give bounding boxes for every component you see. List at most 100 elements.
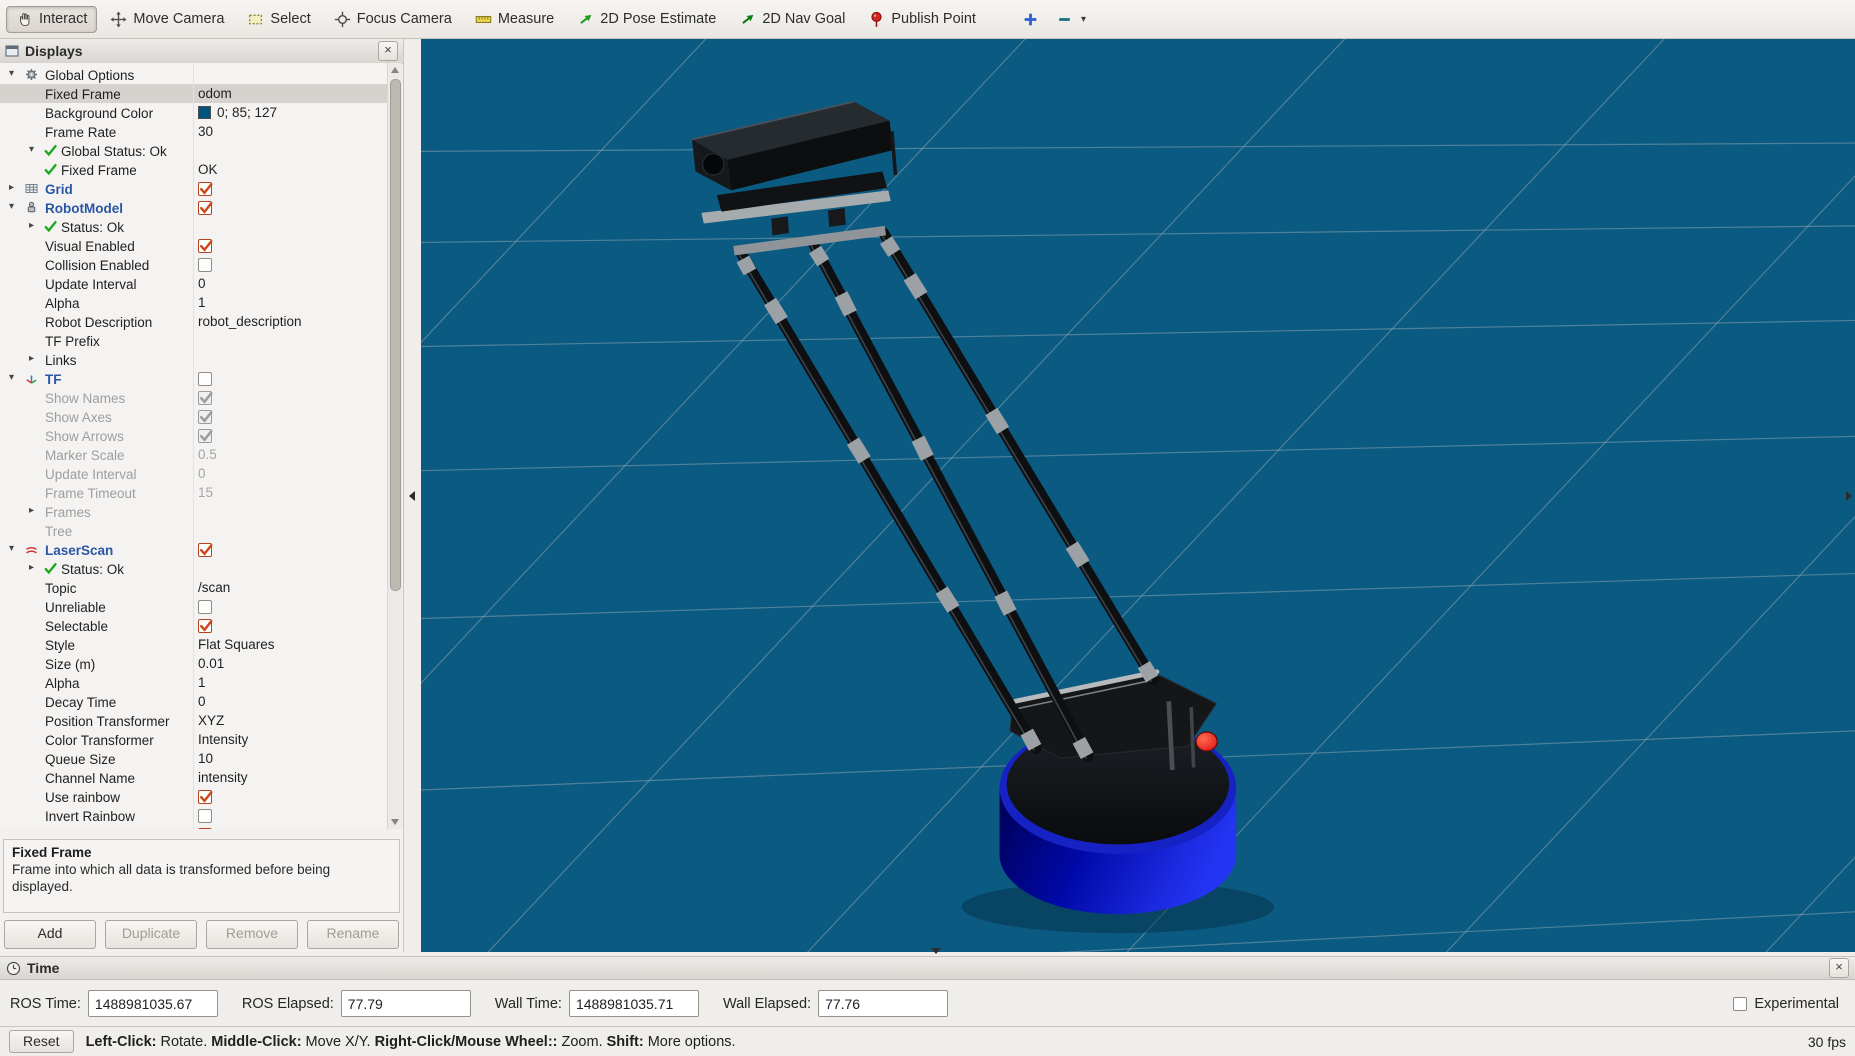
property-value[interactable]: 30 — [198, 124, 213, 139]
tree-row-alpha[interactable]: Alpha 1 — [0, 293, 388, 312]
time-close-icon[interactable]: × — [1829, 958, 1849, 978]
select-tool-button[interactable]: Select — [237, 6, 320, 33]
experimental-toggle[interactable]: Experimental — [1733, 996, 1839, 1012]
tree-row-tree[interactable]: Tree — [0, 521, 388, 540]
bottom-collapse-handle-icon[interactable] — [931, 948, 941, 954]
tree-row-style[interactable]: Style Flat Squares — [0, 635, 388, 654]
checkbox[interactable] — [198, 428, 213, 443]
tree-row-tf-prefix[interactable]: TF Prefix — [0, 331, 388, 350]
tree-scrollbar-thumb[interactable] — [390, 79, 401, 591]
checkbox[interactable] — [198, 618, 213, 633]
tree-row-update-interval[interactable]: Update Interval 0 — [0, 464, 388, 483]
add-button[interactable]: Add — [4, 920, 96, 949]
tree-row-update-interval[interactable]: Update Interval 0 — [0, 274, 388, 293]
time-field-input-ros-time[interactable] — [87, 990, 218, 1017]
remove-tool-button[interactable]: ▾ — [1049, 6, 1093, 33]
pose-estimate-tool-button[interactable]: 2D Pose Estimate — [567, 6, 726, 33]
displays-close-icon[interactable]: × — [378, 41, 398, 61]
tree-row-size-m[interactable]: Size (m) 0.01 — [0, 654, 388, 673]
expand-arrow-icon[interactable]: ▾ — [9, 68, 21, 79]
tree-row-show-arrows[interactable]: Show Arrows — [0, 426, 388, 445]
remove-button[interactable]: Remove — [206, 920, 298, 949]
tree-row-frame-timeout[interactable]: Frame Timeout 15 — [0, 483, 388, 502]
duplicate-button[interactable]: Duplicate — [105, 920, 197, 949]
focus-camera-tool-button[interactable]: Focus Camera — [324, 6, 462, 33]
checkbox[interactable] — [198, 409, 213, 424]
tree-row-status-ok[interactable]: ▸ Status: Ok — [0, 559, 388, 578]
tree-row-global-options[interactable]: ▾ Global Options — [0, 65, 388, 84]
scroll-down-icon[interactable] — [391, 819, 399, 825]
checkbox[interactable] — [198, 181, 213, 196]
tree-row-show-axes[interactable]: Show Axes — [0, 407, 388, 426]
expand-arrow-icon[interactable]: ▸ — [29, 562, 41, 573]
property-value[interactable]: odom — [198, 86, 232, 101]
checkbox[interactable] — [198, 789, 213, 804]
expand-arrow-icon[interactable]: ▾ — [9, 372, 21, 383]
property-value[interactable]: 0 — [198, 694, 206, 709]
property-value[interactable]: 0.01 — [198, 656, 224, 671]
property-value[interactable]: robot_description — [198, 314, 302, 329]
scroll-up-icon[interactable] — [391, 67, 399, 73]
checkbox[interactable] — [198, 200, 213, 215]
time-field-input-wall-elapsed[interactable] — [818, 990, 949, 1017]
tree-row-grid[interactable]: ▸ Grid — [0, 179, 388, 198]
tree-row-frames[interactable]: ▸ Frames — [0, 502, 388, 521]
rename-button[interactable]: Rename — [307, 920, 399, 949]
reset-button[interactable]: Reset — [9, 1030, 74, 1053]
right-collapse-handle-icon[interactable] — [1846, 491, 1852, 501]
checkbox[interactable] — [198, 599, 212, 614]
tree-row-global-status-ok[interactable]: ▾ Global Status: Ok — [0, 141, 388, 160]
property-value[interactable]: 0 — [198, 276, 206, 291]
color-swatch[interactable] — [198, 106, 211, 119]
nav-goal-tool-button[interactable]: 2D Nav Goal — [729, 6, 855, 33]
expand-arrow-icon[interactable]: ▸ — [29, 505, 41, 516]
property-value[interactable]: Intensity — [198, 732, 248, 747]
tree-row-tf[interactable]: ▾ TF — [0, 369, 388, 388]
property-value[interactable]: Flat Squares — [198, 637, 275, 652]
tree-row-marker-scale[interactable]: Marker Scale 0.5 — [0, 445, 388, 464]
property-value[interactable]: intensity — [198, 770, 248, 785]
expand-arrow-icon[interactable]: ▸ — [9, 182, 21, 193]
property-value[interactable]: 15 — [198, 485, 213, 500]
property-value[interactable]: 1 — [198, 675, 206, 690]
tree-row-visual-enabled[interactable]: Visual Enabled — [0, 236, 388, 255]
time-field-input-wall-time[interactable] — [568, 990, 699, 1017]
tree-row-unreliable[interactable]: Unreliable — [0, 597, 388, 616]
expand-arrow-icon[interactable]: ▾ — [9, 543, 21, 554]
property-value[interactable]: 0; 85; 127 — [217, 105, 277, 120]
tree-row-show-names[interactable]: Show Names — [0, 388, 388, 407]
tree-row-links[interactable]: ▸ Links — [0, 350, 388, 369]
tree-row-robot-description[interactable]: Robot Description robot_description — [0, 312, 388, 331]
add-tool-button[interactable] — [1015, 6, 1046, 33]
tree-row-alpha[interactable]: Alpha 1 — [0, 673, 388, 692]
tree-row-fixed-frame[interactable]: Fixed Frame odom — [0, 84, 388, 103]
property-value[interactable]: XYZ — [198, 713, 224, 728]
tree-row-invert-rainbow[interactable]: Invert Rainbow — [0, 806, 388, 825]
checkbox[interactable] — [198, 257, 212, 272]
tree-row-robotmodel[interactable]: ▾ RobotModel — [0, 198, 388, 217]
tree-row-clipped[interactable] — [0, 825, 388, 829]
tree-row-frame-rate[interactable]: Frame Rate 30 — [0, 122, 388, 141]
tree-row-status-ok[interactable]: ▸ Status: Ok — [0, 217, 388, 236]
time-field-input-ros-elapsed[interactable] — [340, 990, 471, 1017]
tree-row-channel-name[interactable]: Channel Name intensity — [0, 768, 388, 787]
tree-row-decay-time[interactable]: Decay Time 0 — [0, 692, 388, 711]
tree-row-background-color[interactable]: Background Color 0; 85; 127 — [0, 103, 388, 122]
expand-arrow-icon[interactable]: ▾ — [29, 144, 41, 155]
checkbox[interactable] — [198, 808, 212, 823]
move-camera-tool-button[interactable]: Move Camera — [100, 6, 234, 33]
tree-row-fixed-frame[interactable]: Fixed Frame OK — [0, 160, 388, 179]
tree-row-queue-size[interactable]: Queue Size 10 — [0, 749, 388, 768]
property-value[interactable]: /scan — [198, 580, 230, 595]
expand-arrow-icon[interactable]: ▸ — [29, 353, 41, 364]
experimental-checkbox[interactable] — [1733, 996, 1748, 1011]
displays-panel-header[interactable]: Displays × — [0, 39, 403, 64]
checkbox[interactable] — [198, 827, 213, 829]
checkbox[interactable] — [198, 238, 213, 253]
tree-row-use-rainbow[interactable]: Use rainbow — [0, 787, 388, 806]
expand-arrow-icon[interactable]: ▾ — [9, 201, 21, 212]
tree-row-topic[interactable]: Topic/scan — [0, 578, 388, 597]
property-value[interactable]: 1 — [198, 295, 206, 310]
expand-arrow-icon[interactable]: ▸ — [29, 220, 41, 231]
checkbox[interactable] — [198, 542, 213, 557]
